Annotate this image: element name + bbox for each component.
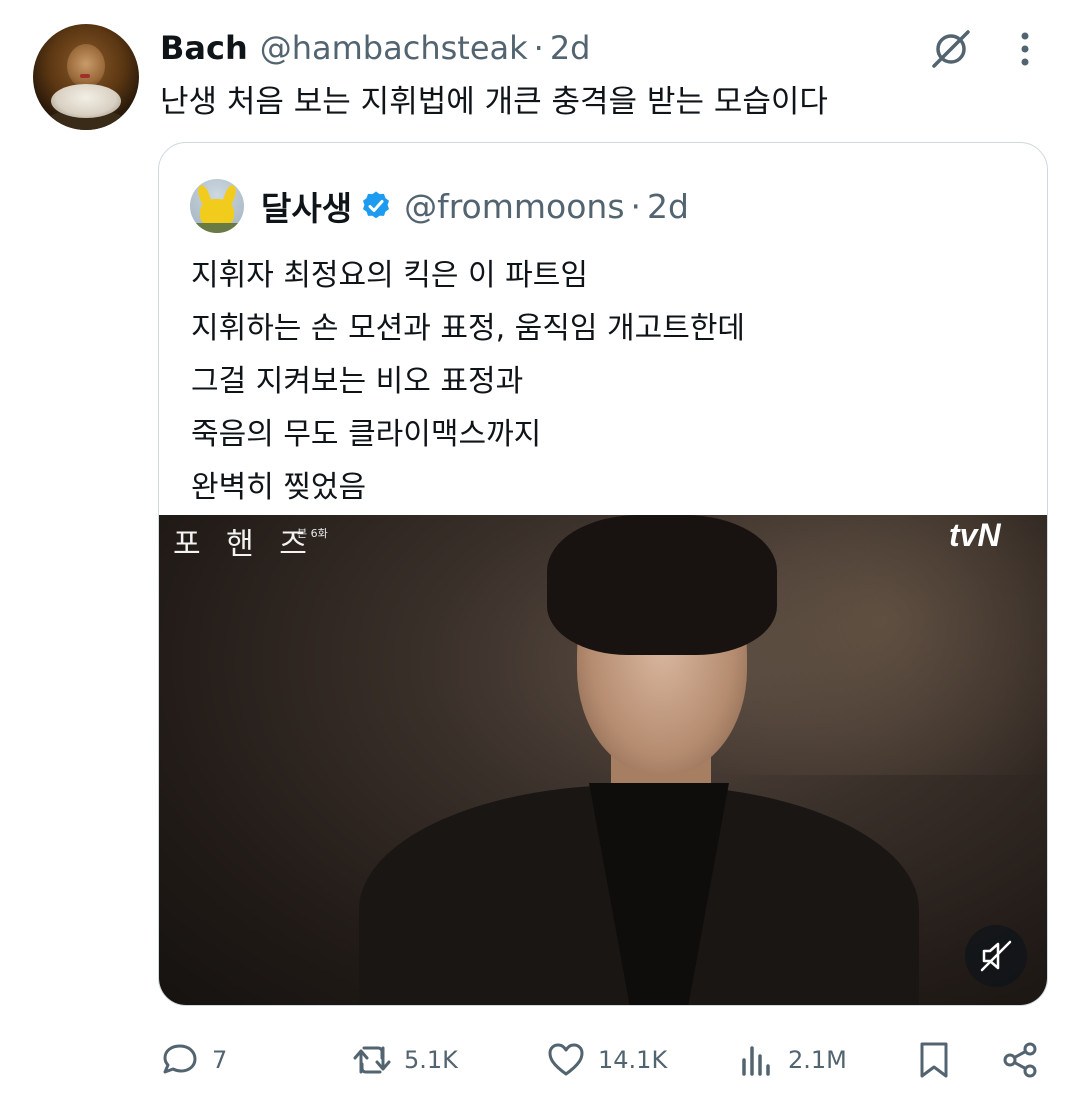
verified-icon (363, 191, 390, 219)
action-bar: 7 5.1K 14.1K 2.1M (0, 1030, 1080, 1090)
grok-icon[interactable] (928, 26, 974, 72)
quote-header: 달사생 @frommoons · 2d (261, 179, 689, 233)
share-icon (1003, 1042, 1037, 1078)
more-options-icon[interactable] (1010, 26, 1040, 72)
avatar-face (67, 44, 105, 88)
video-episode-label: 본 6화 (297, 527, 328, 540)
like-button[interactable]: 14.1K (546, 1030, 667, 1090)
author-name[interactable]: Bach (160, 29, 248, 67)
mute-icon (980, 940, 1012, 972)
tweet-time[interactable]: 2d (550, 29, 591, 67)
repost-button[interactable]: 5.1K (352, 1030, 458, 1090)
quote-author-handle[interactable]: @frommoons (404, 187, 624, 226)
repost-icon (353, 1046, 391, 1074)
like-count: 14.1K (598, 1046, 668, 1074)
video-player[interactable]: 포 핸 즈 본 6화 tvN (159, 515, 1047, 1005)
views-count: 2.1M (788, 1046, 847, 1074)
quote-text-line: 죽음의 무도 클라이맥스까지 (191, 417, 542, 452)
author-avatar[interactable] (33, 24, 139, 130)
avatar-ruff (51, 84, 121, 118)
quote-text-line: 그걸 지켜보는 비오 표정과 (191, 364, 524, 399)
reply-icon (163, 1044, 197, 1074)
video-person-hair (547, 515, 777, 655)
avatar-base (190, 223, 244, 233)
like-icon (548, 1043, 584, 1076)
quote-text-line: 완벽히 찢었음 (191, 470, 367, 505)
repost-count: 5.1K (404, 1046, 458, 1074)
mute-button[interactable] (965, 925, 1027, 987)
bookmark-icon (920, 1042, 948, 1078)
reply-count: 7 (212, 1046, 228, 1074)
share-button[interactable] (1000, 1030, 1040, 1090)
separator-dot: · (533, 29, 544, 67)
quote-text-line: 지휘하는 손 모션과 표정, 움직임 개고트한데 (191, 311, 746, 346)
tweet-text: 난생 처음 보는 지휘법에 개큰 충격을 받는 모습이다 (160, 84, 828, 120)
quoted-tweet-card[interactable]: 달사생 @frommoons · 2d 지휘자 최정요의 킥은 이 파트임 지휘… (158, 142, 1048, 1006)
author-handle[interactable]: @hambachsteak (260, 29, 528, 67)
video-caption: 포 핸 즈 (173, 527, 315, 562)
avatar-mouth (80, 74, 90, 78)
broadcaster-logo: tvN (949, 517, 1001, 553)
views-icon (742, 1046, 770, 1076)
views-button[interactable]: 2.1M (736, 1030, 847, 1090)
bookmark-button[interactable] (914, 1030, 954, 1090)
tweet-header: Bach @hambachsteak · 2d (160, 26, 590, 70)
quote-separator-dot: · (630, 186, 642, 226)
quote-text: 지휘자 최정요의 킥은 이 파트임 지휘하는 손 모션과 표정, 움직임 개고트… (191, 249, 745, 514)
reply-button[interactable]: 7 (160, 1030, 227, 1090)
quote-text-line: 지휘자 최정요의 킥은 이 파트임 (191, 258, 588, 293)
quote-author-name[interactable]: 달사생 (261, 182, 352, 230)
quote-time[interactable]: 2d (647, 187, 689, 226)
quote-avatar[interactable] (190, 179, 244, 233)
